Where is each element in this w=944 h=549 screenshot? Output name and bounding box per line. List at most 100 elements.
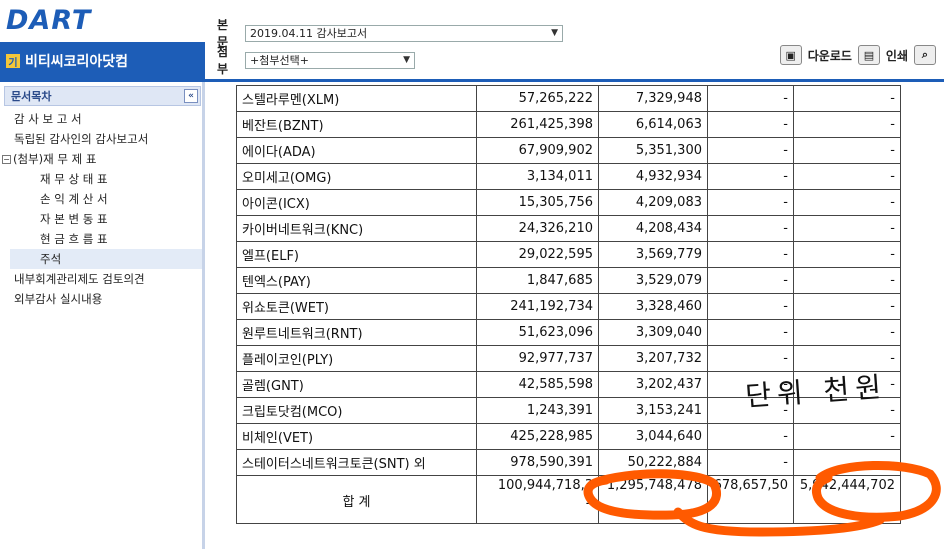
value-cell: 3,529,079 bbox=[598, 267, 708, 294]
toc-sidebar: 문서목차 « 감 사 보 고 서 독립된 감사인의 감사보고서 − (첨부)재 무… bbox=[0, 82, 205, 549]
toc-item-internal-control[interactable]: 내부회계관리제도 검토의견 bbox=[10, 269, 202, 289]
value-cell: - bbox=[793, 293, 901, 320]
table-row: 플레이코인(PLY) 92,977,737 3,207,732- - bbox=[236, 345, 901, 372]
value-cell: - bbox=[793, 85, 901, 112]
table-row: 위쇼토큰(WET) 241,192,734 3,328,460- - bbox=[236, 293, 901, 320]
toc-item-external-audit[interactable]: 외부감사 실시내용 bbox=[10, 289, 202, 309]
asset-name-cell: 크립토닷컴(MCO) bbox=[236, 397, 477, 424]
asset-name-cell: 골렘(GNT) bbox=[236, 371, 477, 398]
table-row: 엘프(ELF) 29,022,595 3,569,779- - bbox=[236, 241, 901, 268]
asset-name-cell: 원루트네트워크(RNT) bbox=[236, 319, 477, 346]
toc-item-balance-sheet[interactable]: 재 무 상 태 표 bbox=[10, 169, 202, 189]
table-row: 비체인(VET) 425,228,985 3,044,640- - bbox=[236, 423, 901, 450]
toc-item-cash-flow[interactable]: 현 금 흐 름 표 bbox=[10, 229, 202, 249]
toc-item-equity-changes[interactable]: 자 본 변 동 표 bbox=[10, 209, 202, 229]
value-cell: 241,192,734 bbox=[476, 293, 599, 320]
value-cell: - bbox=[707, 267, 794, 294]
value-cell: 57,265,222 bbox=[476, 85, 599, 112]
value-cell: 3,153,241 bbox=[598, 397, 708, 424]
value-cell: 15,305,756 bbox=[476, 189, 599, 216]
toc-item-income-statement[interactable]: 손 익 계 산 서 bbox=[10, 189, 202, 209]
total-value-cell: 678,657,50 bbox=[707, 475, 794, 524]
attach-label: 첨부 bbox=[217, 45, 229, 76]
value-cell: - bbox=[707, 293, 794, 320]
total-value-text: 100,944,718,3 bbox=[497, 478, 593, 493]
asset-name-cell: 플레이코인(PLY) bbox=[236, 345, 477, 372]
value-cell: - bbox=[707, 163, 794, 190]
asset-name-cell: 스텔라루멘(XLM) bbox=[236, 85, 477, 112]
minus-icon[interactable]: − bbox=[2, 154, 11, 164]
chevron-down-icon: ▼ bbox=[403, 55, 410, 65]
value-cell: - bbox=[793, 319, 901, 346]
value-cell: 4,932,934 bbox=[598, 163, 708, 190]
value-cell: 3,207,732 bbox=[598, 345, 708, 372]
value-cell: 261,425,398 bbox=[476, 111, 599, 138]
value-cell: 29,022,595 bbox=[476, 241, 599, 268]
toc-header: 문서목차 « bbox=[4, 86, 201, 106]
asset-name-cell: 비체인(VET) bbox=[236, 423, 477, 450]
table-row: 텐엑스(PAY) 1,847,685 3,529,079- - bbox=[236, 267, 901, 294]
value-cell: - bbox=[707, 85, 794, 112]
value-cell: 1,243,391 bbox=[476, 397, 599, 424]
main-doc-select-value: 2019.04.11 감사보고서 bbox=[250, 27, 368, 40]
asset-name-cell: 위쇼토큰(WET) bbox=[236, 293, 477, 320]
value-cell: - bbox=[793, 189, 901, 216]
total-value-wrap: 1 bbox=[584, 493, 593, 508]
total-value-cell: 1,295,748,478 bbox=[598, 475, 708, 524]
value-cell: 425,228,985 bbox=[476, 423, 599, 450]
value-cell: 4,208,434 bbox=[598, 215, 708, 242]
value-cell: - bbox=[707, 137, 794, 164]
asset-name-cell: 스테이터스네트워크토큰(SNT) 외 bbox=[236, 449, 477, 476]
asset-name-cell: 오미세고(OMG) bbox=[236, 163, 477, 190]
value-cell: 67,909,902 bbox=[476, 137, 599, 164]
printer-icon[interactable]: ▤ bbox=[857, 45, 880, 65]
dart-viewer-window: DART 기 비티씨코리아닷컴 본문 2019.04.11 감사보고서 ▼ 첨부… bbox=[0, 0, 944, 549]
company-badge-icon: 기 bbox=[6, 54, 20, 69]
value-cell: 5,351,300 bbox=[598, 137, 708, 164]
toc-title: 문서목차 bbox=[11, 90, 52, 103]
value-cell: 3,134,011 bbox=[476, 163, 599, 190]
value-cell: 51,623,096 bbox=[476, 319, 599, 346]
value-cell: - bbox=[793, 137, 901, 164]
dart-logo[interactable]: DART bbox=[6, 5, 91, 36]
value-cell: - bbox=[707, 189, 794, 216]
search-icon[interactable]: ⌕ bbox=[914, 45, 936, 65]
attach-select-value: +첨부선택+ bbox=[250, 54, 309, 67]
chevron-down-icon: ▼ bbox=[551, 28, 558, 38]
toc-item-financial-statements[interactable]: − (첨부)재 무 제 표 bbox=[2, 149, 202, 169]
asset-name-cell: 텐엑스(PAY) bbox=[236, 267, 477, 294]
value-cell: - bbox=[793, 449, 901, 476]
value-cell: 6,614,063 bbox=[598, 111, 708, 138]
asset-name-cell: 엘프(ELF) bbox=[236, 241, 477, 268]
value-cell: - bbox=[707, 345, 794, 372]
collapse-icon[interactable]: « bbox=[184, 89, 198, 103]
main-doc-select[interactable]: 2019.04.11 감사보고서 ▼ bbox=[245, 24, 563, 42]
value-cell: 3,328,460 bbox=[598, 293, 708, 320]
total-label-cell: 합 계 bbox=[236, 475, 477, 524]
save-icon[interactable]: ▣ bbox=[779, 45, 802, 65]
toc-item-audit-report[interactable]: 감 사 보 고 서 bbox=[10, 109, 202, 129]
asset-name-cell: 에이다(ADA) bbox=[236, 137, 477, 164]
crypto-assets-table: 스텔라루멘(XLM) 57,265,222 7,329,948- - 베잔트(BZNT)… bbox=[236, 85, 901, 524]
asset-name-cell: 카이버네트워크(KNC) bbox=[236, 215, 477, 242]
value-cell: 7,329,948 bbox=[598, 85, 708, 112]
value-cell: - bbox=[707, 423, 794, 450]
toc-item-notes[interactable]: 주석 bbox=[10, 249, 202, 269]
table-row: 오미세고(OMG) 3,134,011 4,932,934- - bbox=[236, 163, 901, 190]
table-row: 아이콘(ICX) 15,305,756 4,209,083- - bbox=[236, 189, 901, 216]
logo-area: DART 기 비티씨코리아닷컴 bbox=[0, 0, 205, 82]
company-name: 기 비티씨코리아닷컴 bbox=[6, 51, 128, 71]
download-button[interactable]: 다운로드 bbox=[808, 47, 852, 64]
asset-name-cell: 베잔트(BZNT) bbox=[236, 111, 477, 138]
attach-select[interactable]: +첨부선택+ ▼ bbox=[245, 51, 415, 69]
total-value-cell: 5,942,444,702 bbox=[793, 475, 901, 524]
table-row: 원루트네트워크(RNT) 51,623,096 3,309,040- - bbox=[236, 319, 901, 346]
value-cell: 42,585,598 bbox=[476, 371, 599, 398]
print-button[interactable]: 인쇄 bbox=[886, 47, 908, 64]
value-cell: - bbox=[793, 267, 901, 294]
toc-tree: 감 사 보 고 서 독립된 감사인의 감사보고서 − (첨부)재 무 제 표 재 … bbox=[2, 109, 202, 309]
value-cell: - bbox=[793, 215, 901, 242]
value-cell: 50,222,884 bbox=[598, 449, 708, 476]
value-cell: 978,590,391 bbox=[476, 449, 599, 476]
toc-item-auditor-report[interactable]: 독립된 감사인의 감사보고서 bbox=[10, 129, 202, 149]
